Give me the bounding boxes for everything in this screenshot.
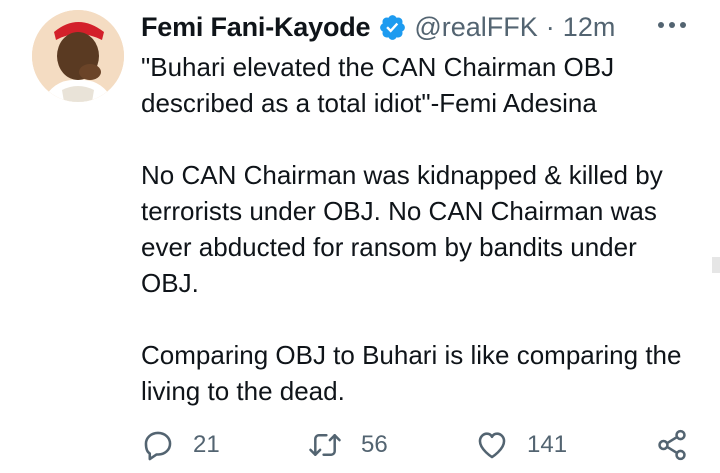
avatar[interactable] — [32, 10, 124, 102]
timestamp[interactable]: 12m — [563, 12, 616, 43]
tweet-paragraph: "Buhari elevated the CAN Chairman OBJ de… — [141, 52, 615, 118]
like-button[interactable]: 141 — [475, 424, 567, 466]
author-name[interactable]: Femi Fani-Kayode — [141, 12, 371, 43]
author-handle[interactable]: @realFFK — [414, 12, 537, 43]
retweet-count: 56 — [361, 431, 388, 458]
heart-icon — [478, 432, 506, 459]
like-count: 141 — [527, 431, 568, 458]
reply-icon — [144, 431, 172, 461]
more-options-icon[interactable] — [656, 14, 688, 36]
profile-photo — [32, 10, 124, 102]
reply-button[interactable]: 21 — [141, 424, 220, 466]
share-button[interactable] — [655, 424, 689, 466]
scrollbar[interactable] — [712, 257, 720, 273]
reply-count: 21 — [193, 431, 220, 458]
tweet-actions: 21 56 141 — [141, 424, 701, 466]
share-icon — [658, 429, 686, 461]
verified-badge-icon — [378, 13, 407, 42]
tweet-text: "Buhari elevated the CAN Chairman OBJ de… — [141, 49, 701, 409]
tweet-paragraph: Comparing OBJ to Buhari is like comparin… — [141, 340, 682, 406]
tweet-header: Femi Fani-Kayode @realFFK · 12m — [141, 8, 615, 46]
retweet-button[interactable]: 56 — [307, 424, 388, 466]
retweet-icon — [309, 434, 341, 456]
tweet-paragraph: No CAN Chairman was kidnapped & killed b… — [141, 160, 663, 298]
header-separator: · — [545, 11, 555, 42]
tweet-card[interactable]: Femi Fani-Kayode @realFFK · 12m "Buhari … — [0, 0, 720, 473]
